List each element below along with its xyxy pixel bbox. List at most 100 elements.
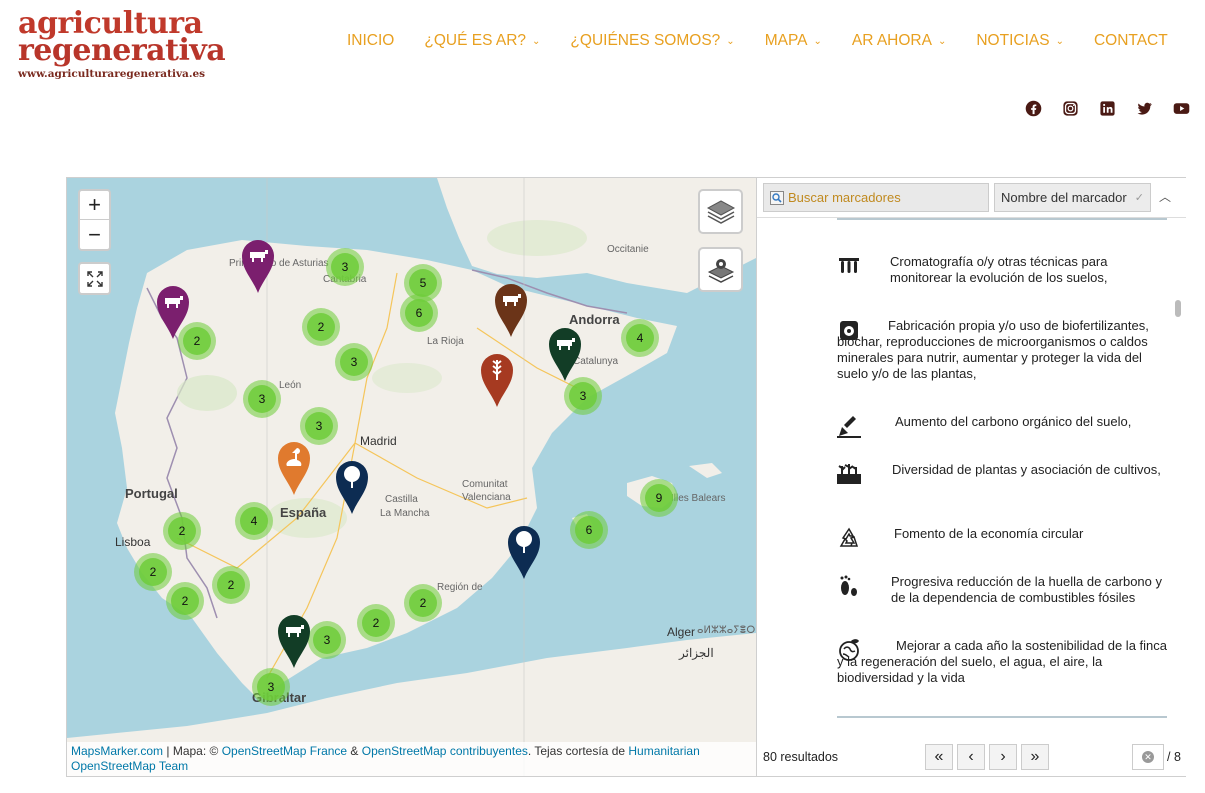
marker-cluster[interactable]: 4 [621, 319, 659, 357]
cow-marker-pin[interactable] [241, 238, 275, 294]
humanitarian-link[interactable]: Humanitarian [628, 744, 699, 758]
results-count: 80 resultados [763, 750, 839, 764]
list-item-text: Mejorar a cada año la sostenibilidad de … [837, 638, 1168, 685]
linkedin-icon[interactable] [1098, 99, 1116, 117]
list-item[interactable]: Mejorar a cada año la sostenibilidad de … [837, 638, 1167, 686]
zoom-in-button[interactable]: + [80, 191, 109, 220]
list-item-text: Cromatografía o/y otras técnicas para mo… [890, 254, 1108, 285]
marker-cluster[interactable]: 3 [243, 380, 281, 418]
fertilizer-bag-icon [840, 321, 858, 340]
search-input[interactable] [788, 190, 978, 205]
place-alger-ar: الجزائر [679, 646, 714, 660]
marker-cluster[interactable]: 3 [564, 377, 602, 415]
place-murcia: Región de [437, 582, 483, 593]
cluster-count: 2 [307, 313, 335, 341]
nav-que-es-ar[interactable]: ¿QUÉ ES AR? ⌄ [424, 32, 540, 50]
sort-label: Nombre del marcador [1001, 190, 1127, 205]
cow-marker-pin[interactable] [494, 282, 528, 338]
map-attribution: MapsMarker.com | Mapa: © OpenStreetMap F… [67, 742, 756, 776]
attribution-text: . Tejas cortesía de [527, 744, 629, 758]
place-portugal: Portugal [125, 486, 178, 501]
marker-cluster[interactable]: 9 [640, 479, 678, 517]
cluster-count: 2 [362, 609, 390, 637]
osm-contributors-link[interactable]: OpenStreetMap contribuyentes [362, 744, 528, 758]
marker-cluster[interactable]: 2 [166, 582, 204, 620]
goose-marker-pin[interactable] [277, 440, 311, 496]
list-item[interactable]: Fomento de la economía circular [837, 526, 1167, 547]
nav-contacto[interactable]: CONTACT [1094, 32, 1168, 50]
marker-cluster[interactable]: 2 [163, 512, 201, 550]
search-icon [770, 190, 784, 205]
collapse-panel-button[interactable]: ︿ [1159, 188, 1171, 205]
marker-cluster[interactable]: 3 [326, 248, 364, 286]
place-mancha: La Mancha [380, 508, 430, 519]
marker-cluster[interactable]: 2 [357, 604, 395, 642]
map-canvas[interactable]: Portugal España Madrid Lisboa Andorra Gi… [67, 178, 756, 776]
next-page-button[interactable]: › [989, 744, 1017, 770]
wheat-marker-pin[interactable] [480, 352, 514, 408]
nav-ar-ahora[interactable]: AR AHORA ⌄ [852, 32, 947, 50]
instagram-icon[interactable] [1061, 99, 1079, 117]
marker-cluster[interactable]: 2 [212, 566, 250, 604]
nav-label: AR AHORA [851, 32, 932, 49]
page-number-input[interactable]: ✕ [1132, 744, 1164, 770]
marker-cluster[interactable]: 3 [252, 668, 290, 706]
nav-noticias[interactable]: NOTICIAS ⌄ [976, 32, 1064, 50]
osm-france-link[interactable]: OpenStreetMap France [222, 744, 347, 758]
list-item[interactable]: Progresiva reducción de la huella de car… [837, 574, 1167, 606]
mapsmarker-link[interactable]: MapsMarker.com [71, 744, 163, 758]
marker-cluster[interactable]: 6 [400, 294, 438, 332]
panel-toolbar: Nombre del marcador ✓ ︿ [757, 178, 1186, 218]
marker-cluster[interactable]: 3 [308, 621, 346, 659]
sort-select[interactable]: Nombre del marcador ✓ [994, 183, 1151, 212]
zoom-out-button[interactable]: − [80, 220, 109, 249]
marker-list-panel: Nombre del marcador ✓ ︿ Cromatografía o/… [756, 178, 1186, 776]
main-nav: INICIO ¿QUÉ ES AR? ⌄ ¿QUIÉNES SOMOS? ⌄ MAP… [347, 32, 1198, 50]
list-item-text: Diversidad de plantas y asociación de cu… [892, 462, 1161, 477]
list-item[interactable]: Aumento del carbono orgánico del suelo, [837, 414, 1167, 438]
marker-cluster[interactable]: 2 [302, 308, 340, 346]
list-item[interactable]: Cromatografía o/y otras técnicas para mo… [837, 254, 1167, 286]
marker-cluster[interactable]: 6 [570, 511, 608, 549]
place-rioja: La Rioja [427, 336, 464, 347]
place-alger-ber: ⴰⵍⵣⵣⴰⵢⴻⵔ [697, 625, 756, 636]
clear-icon[interactable]: ✕ [1142, 751, 1154, 763]
overlay-layers-button[interactable] [698, 247, 743, 292]
youtube-icon[interactable] [1172, 99, 1190, 117]
fullscreen-button[interactable] [78, 262, 111, 295]
list-item[interactable]: Diversidad de plantas y asociación de cu… [837, 462, 1167, 484]
list-item[interactable]: Fabricación propia y/o uso de biofertili… [837, 318, 1167, 382]
cluster-count: 3 [305, 412, 333, 440]
nav-label: NOTICIAS [976, 32, 1050, 49]
chevron-down-icon: ⌄ [532, 35, 541, 47]
cow-marker-pin[interactable] [156, 284, 190, 340]
marker-cluster[interactable]: 4 [235, 502, 273, 540]
nav-inicio[interactable]: INICIO [347, 32, 394, 50]
facebook-icon[interactable] [1024, 99, 1042, 117]
marker-cluster[interactable]: 2 [404, 584, 442, 622]
first-page-button[interactable]: « [925, 744, 953, 770]
tree-marker-pin[interactable] [507, 524, 541, 580]
layers-button[interactable] [698, 189, 743, 234]
last-page-button[interactable]: » [1021, 744, 1049, 770]
cluster-count: 9 [645, 484, 673, 512]
twitter-icon[interactable] [1135, 99, 1153, 117]
place-espana: España [280, 505, 327, 520]
site-logo[interactable]: agricultura regenerativa www.agricultura… [18, 9, 226, 81]
prev-page-button[interactable]: ‹ [957, 744, 985, 770]
nav-quienes-somos[interactable]: ¿QUIÉNES SOMOS? ⌄ [570, 32, 734, 50]
recycle-icon [839, 527, 859, 547]
osm-team-link[interactable]: OpenStreetMap Team [71, 759, 188, 773]
tree-marker-pin[interactable] [335, 459, 369, 515]
divider [837, 716, 1167, 718]
cow-marker-pin[interactable] [277, 613, 311, 669]
test-tubes-icon [839, 258, 859, 273]
place-castilla: Castilla [385, 494, 418, 505]
list-item-text: Fabricación propia y/o uso de biofertili… [837, 318, 1149, 381]
map-widget: Portugal España Madrid Lisboa Andorra Gi… [66, 177, 1186, 777]
cow-marker-pin[interactable] [548, 326, 582, 382]
nav-mapa[interactable]: MAPA ⌄ [765, 32, 822, 50]
scrollbar-thumb[interactable] [1175, 300, 1181, 317]
marker-cluster[interactable]: 3 [335, 343, 373, 381]
marker-cluster[interactable]: 2 [134, 553, 172, 591]
